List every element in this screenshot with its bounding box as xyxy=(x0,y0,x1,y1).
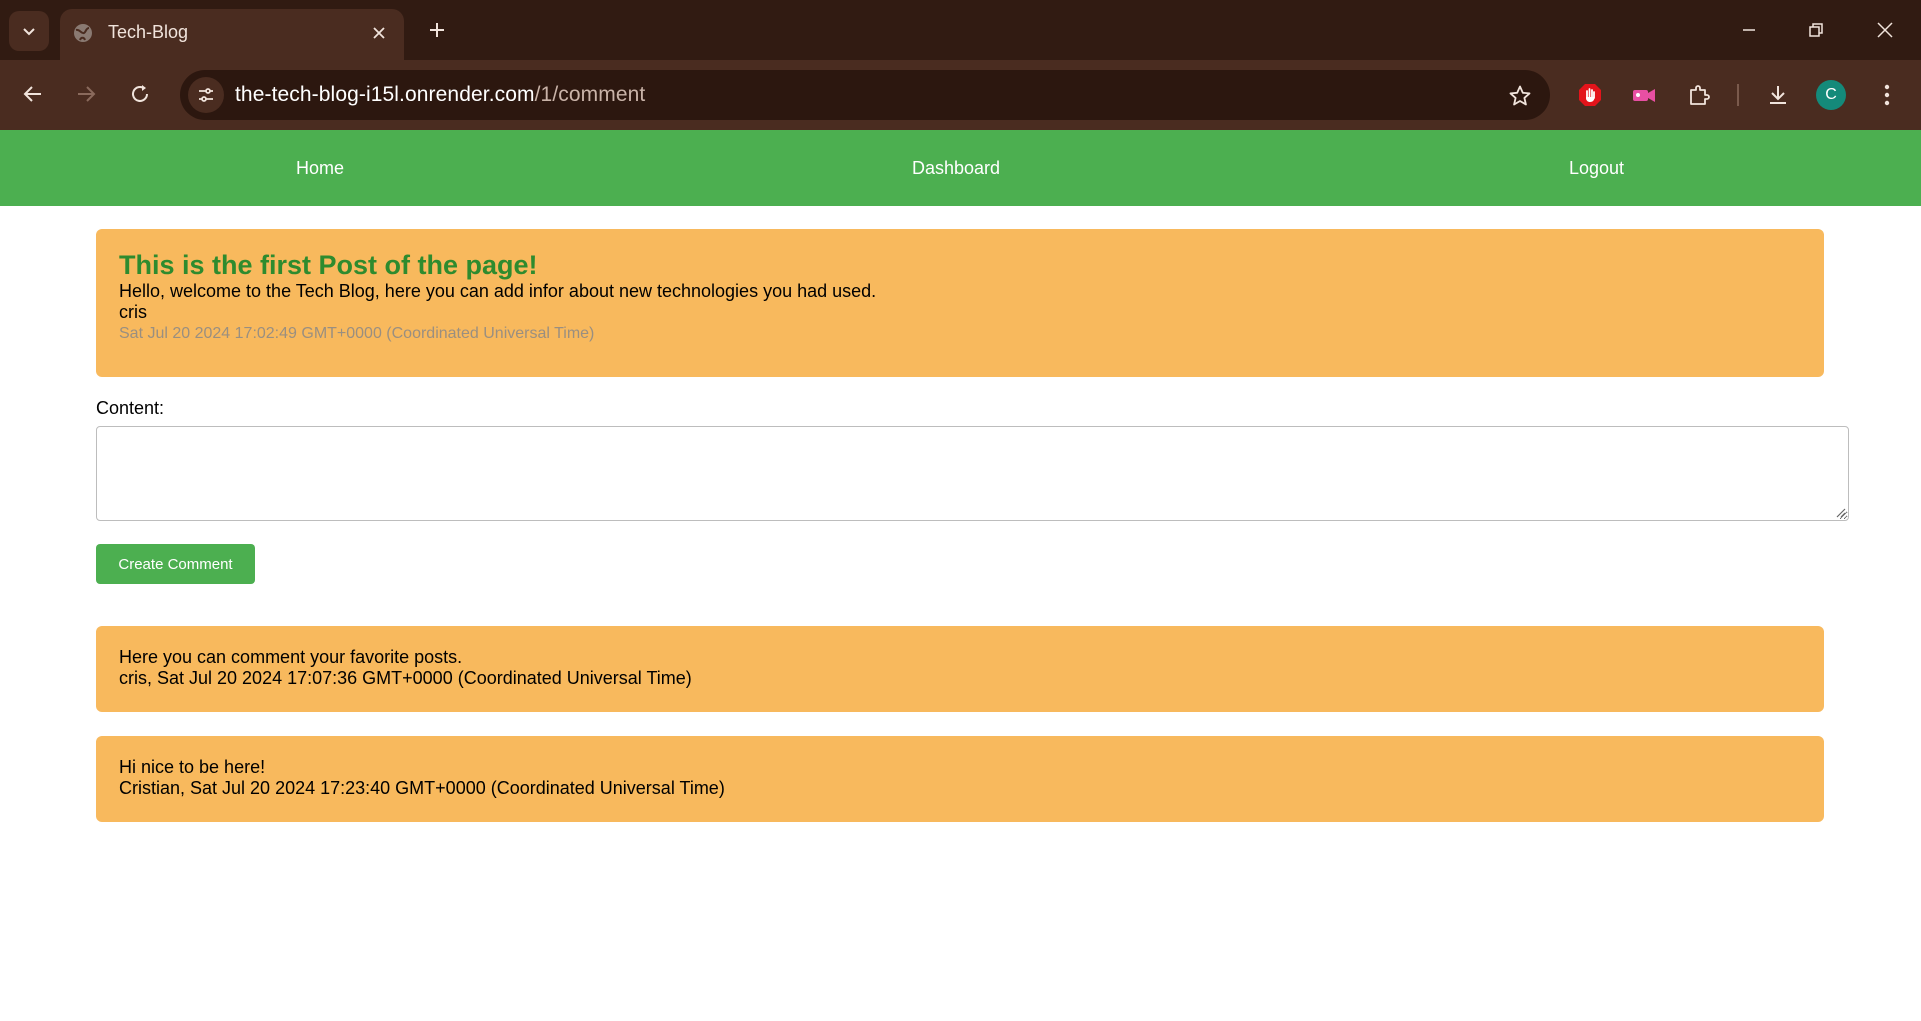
stop-hand-icon xyxy=(1579,84,1601,106)
chevron-down-icon xyxy=(23,28,35,36)
minimize-icon xyxy=(1743,29,1755,31)
arrow-left-icon xyxy=(23,86,41,102)
tab-title: Tech-Blog xyxy=(108,22,189,42)
plus-icon xyxy=(430,23,444,37)
globe-icon xyxy=(74,24,92,42)
video-camera-icon xyxy=(1633,89,1655,102)
nav-logout-link[interactable]: Logout xyxy=(1569,158,1624,179)
new-tab-button[interactable] xyxy=(420,13,454,47)
post-author: cris xyxy=(119,302,147,322)
profile-avatar[interactable]: C xyxy=(1816,80,1846,110)
browser-tab-active[interactable]: Tech-Blog xyxy=(60,9,404,60)
minimize-button[interactable] xyxy=(1719,8,1779,52)
restore-button[interactable] xyxy=(1786,8,1846,52)
toolbar-divider xyxy=(1737,84,1739,106)
post-card: This is the first Post of the page! Hell… xyxy=(96,229,1824,377)
post-date: Sat Jul 20 2024 17:02:49 GMT+0000 (Coord… xyxy=(119,325,595,342)
tune-icon xyxy=(199,88,213,102)
post-body: Hello, welcome to the Tech Blog, here yo… xyxy=(119,281,877,301)
download-icon xyxy=(1770,86,1786,104)
url-path: /1/comment xyxy=(534,83,646,106)
comment-content-input[interactable] xyxy=(96,426,1849,521)
restore-icon xyxy=(1809,23,1823,37)
url-text[interactable]: the-tech-blog-i15l.onrender.com/1/commen… xyxy=(235,83,645,107)
site-info-button[interactable] xyxy=(188,77,224,113)
close-icon xyxy=(373,27,385,39)
browser-menu-button[interactable] xyxy=(1868,76,1906,114)
tab-close-button[interactable] xyxy=(366,20,392,46)
address-bar[interactable]: the-tech-blog-i15l.onrender.com/1/commen… xyxy=(180,70,1550,120)
browser-toolbar: the-tech-blog-i15l.onrender.com/1/commen… xyxy=(0,60,1921,130)
extension-recorder-button[interactable] xyxy=(1625,76,1663,114)
comment-meta: Cristian, Sat Jul 20 2024 17:23:40 GMT+0… xyxy=(119,778,725,798)
bookmark-button[interactable] xyxy=(1506,82,1534,110)
extension-stop-button[interactable] xyxy=(1571,76,1609,114)
window-close-button[interactable] xyxy=(1855,8,1915,52)
url-host: the-tech-blog-i15l.onrender.com xyxy=(235,83,535,106)
reload-button[interactable] xyxy=(120,74,160,114)
extensions-button[interactable] xyxy=(1680,76,1718,114)
post-title: This is the first Post of the page! xyxy=(119,250,538,280)
tab-search-button[interactable] xyxy=(9,11,49,51)
comment-text: Hi nice to be here! xyxy=(119,757,266,777)
forward-button[interactable] xyxy=(66,74,106,114)
nav-dashboard-link[interactable]: Dashboard xyxy=(912,158,1000,179)
star-icon xyxy=(1509,85,1531,106)
comment-card: Hi nice to be here! Cristian, Sat Jul 20… xyxy=(96,736,1824,822)
arrow-right-icon xyxy=(78,86,96,102)
site-navbar: Home Dashboard Logout xyxy=(0,130,1921,206)
resize-grip-icon[interactable] xyxy=(1834,506,1846,518)
comment-text: Here you can comment your favorite posts… xyxy=(119,647,463,667)
create-comment-button[interactable]: Create Comment xyxy=(96,544,255,584)
comment-meta: cris, Sat Jul 20 2024 17:07:36 GMT+0000 … xyxy=(119,668,692,688)
close-icon xyxy=(1877,22,1893,38)
back-button[interactable] xyxy=(13,74,53,114)
nav-home-link[interactable]: Home xyxy=(296,158,344,179)
content-label: Content: xyxy=(96,398,165,418)
kebab-menu-icon xyxy=(1884,84,1890,106)
downloads-button[interactable] xyxy=(1759,76,1797,114)
reload-icon xyxy=(132,85,148,102)
puzzle-icon xyxy=(1690,85,1710,105)
comment-card: Here you can comment your favorite posts… xyxy=(96,626,1824,712)
browser-tab-strip: Tech-Blog xyxy=(0,0,1921,60)
